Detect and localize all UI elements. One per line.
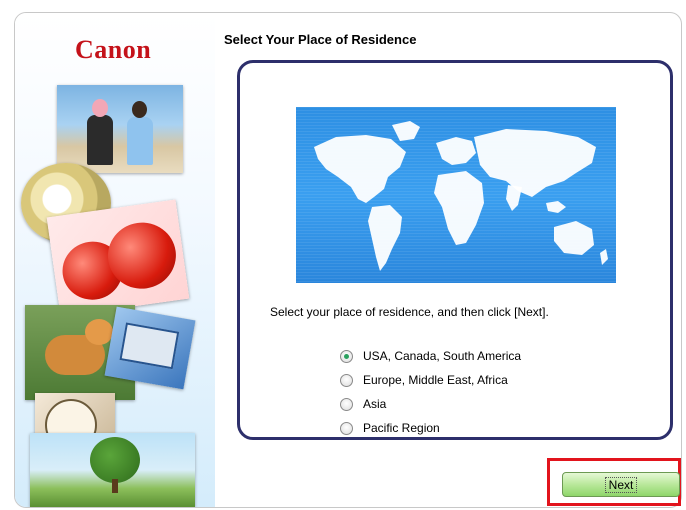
canon-logo: Canon [75,35,152,64]
option-usa-canada-south-america[interactable]: USA, Canada, South America [340,344,521,368]
option-europe-middle-east-africa[interactable]: Europe, Middle East, Africa [340,368,521,392]
selection-panel: Select your place of residence, and then… [237,60,673,440]
option-asia[interactable]: Asia [340,392,521,416]
residence-radio-group: USA, Canada, South America Europe, Middl… [340,344,521,440]
option-label: USA, Canada, South America [363,349,522,363]
page-title: Select Your Place of Residence [224,32,417,47]
beach-couple-photo [57,85,183,173]
tomatoes-photo [46,199,190,317]
radio-button[interactable] [340,397,353,411]
radio-button[interactable] [340,373,353,387]
tree-photo [30,433,195,507]
world-map-icon [314,121,608,271]
next-button-label: Next [604,476,638,493]
option-label: Asia [363,397,387,411]
option-label: Pacific Region [363,421,440,435]
next-button[interactable]: Next [562,472,680,497]
option-label: Europe, Middle East, Africa [363,373,508,387]
decorative-photo-collage: Canon [15,13,215,507]
option-pacific-region[interactable]: Pacific Region [340,416,521,440]
machinery-photo [104,306,196,390]
world-map [296,107,616,283]
installer-window: Canon Select Your Place of Residence Sel… [14,12,682,508]
instruction-text: Select your place of residence, and then… [270,305,549,319]
radio-button[interactable] [340,421,353,435]
radio-button-selected[interactable] [340,349,353,363]
